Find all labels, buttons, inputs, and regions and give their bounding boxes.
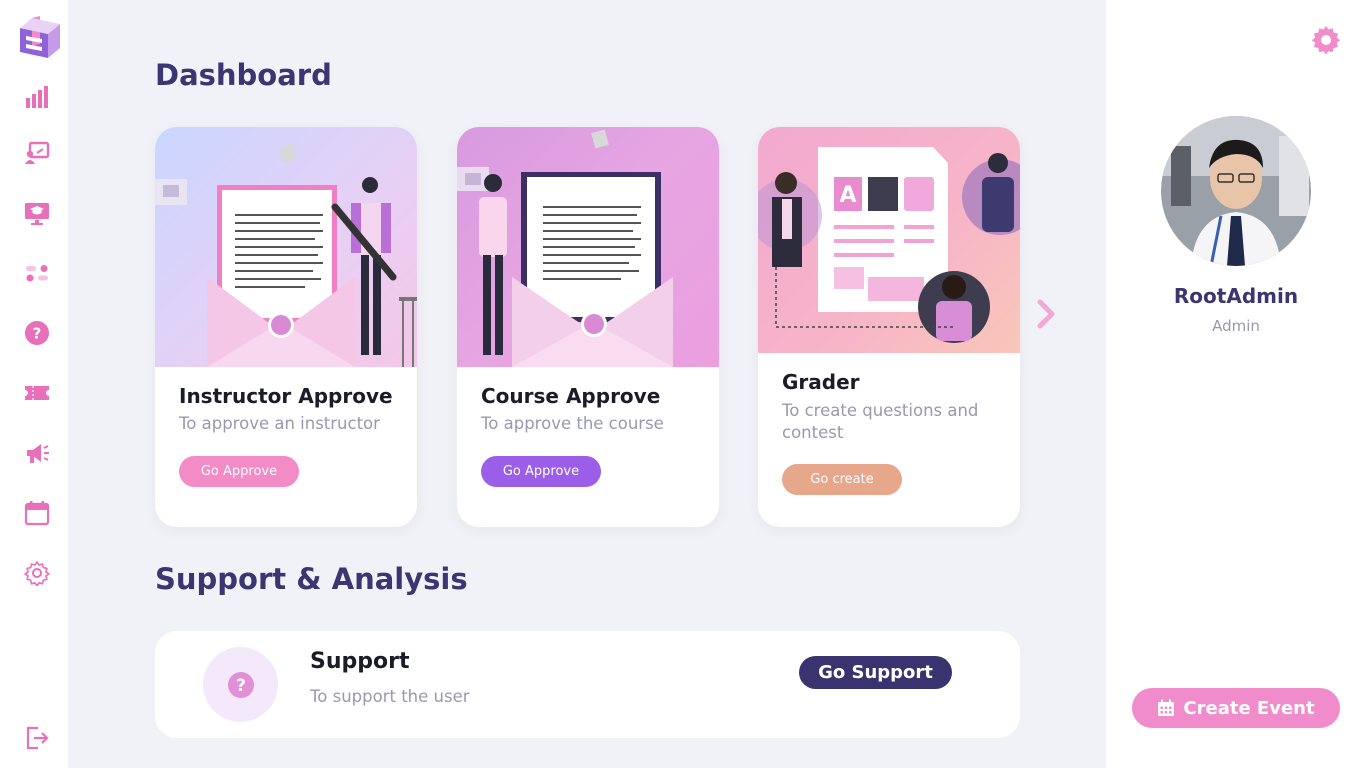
support-card: ? Support To support the user Go Support bbox=[155, 631, 1020, 738]
calendar-icon bbox=[1158, 699, 1175, 716]
support-analysis-title: Support & Analysis bbox=[155, 562, 468, 596]
user-role: Admin bbox=[1212, 317, 1260, 335]
course-screen-icon[interactable] bbox=[22, 198, 52, 228]
instructor-approve-card: Instructor Approve To approve an instruc… bbox=[155, 127, 417, 527]
page-title: Dashboard bbox=[155, 58, 332, 92]
main-content: Dashboard Instructor Approve To approve … bbox=[68, 0, 1106, 768]
settings-icon[interactable] bbox=[22, 558, 52, 588]
bar-chart-icon[interactable] bbox=[22, 82, 52, 112]
card-title: Grader bbox=[782, 370, 860, 394]
card-title: Instructor Approve bbox=[179, 384, 393, 408]
user-name: RootAdmin bbox=[1173, 284, 1299, 308]
support-title: Support bbox=[310, 649, 410, 674]
go-approve-instructor-button[interactable]: Go Approve bbox=[179, 456, 299, 487]
grader-card: A Grader To create questions and contest… bbox=[758, 127, 1020, 527]
card-subtitle: To approve the course bbox=[481, 414, 664, 433]
logout-icon[interactable] bbox=[22, 723, 52, 753]
instructor-board-icon[interactable] bbox=[22, 138, 52, 168]
chevron-right-icon[interactable] bbox=[1034, 298, 1058, 330]
ticket-icon[interactable] bbox=[22, 378, 52, 408]
go-support-button[interactable]: Go Support bbox=[799, 656, 952, 689]
go-create-button[interactable]: Go create bbox=[782, 464, 902, 495]
calendar-icon[interactable] bbox=[22, 498, 52, 528]
svg-text:A: A bbox=[839, 183, 856, 208]
course-approve-card: Course Approve To approve the course Go … bbox=[457, 127, 719, 527]
grader-illustration: A bbox=[758, 127, 1020, 353]
card-title: Course Approve bbox=[481, 384, 661, 408]
megaphone-icon[interactable] bbox=[22, 438, 52, 468]
gear-icon[interactable] bbox=[1310, 24, 1342, 56]
course-approve-illustration bbox=[457, 127, 719, 367]
app-logo[interactable] bbox=[18, 14, 62, 60]
go-approve-course-button[interactable]: Go Approve bbox=[481, 456, 601, 487]
toggles-icon[interactable] bbox=[22, 258, 52, 288]
card-subtitle: To approve an instructor bbox=[179, 414, 380, 433]
sidebar: ? bbox=[0, 0, 68, 768]
create-event-label: Create Event bbox=[1183, 697, 1315, 719]
instructor-approve-illustration bbox=[155, 127, 417, 367]
profile-panel: RootAdmin Admin Create Event bbox=[1106, 0, 1366, 768]
support-question-icon: ? bbox=[203, 647, 278, 722]
card-subtitle: To create questions and contest bbox=[782, 401, 979, 442]
create-event-button[interactable]: Create Event bbox=[1132, 688, 1340, 728]
svg-text:?: ? bbox=[33, 325, 42, 343]
svg-text:?: ? bbox=[236, 676, 246, 696]
question-icon[interactable]: ? bbox=[22, 318, 52, 348]
avatar[interactable] bbox=[1161, 116, 1311, 266]
support-subtitle: To support the user bbox=[310, 687, 470, 706]
